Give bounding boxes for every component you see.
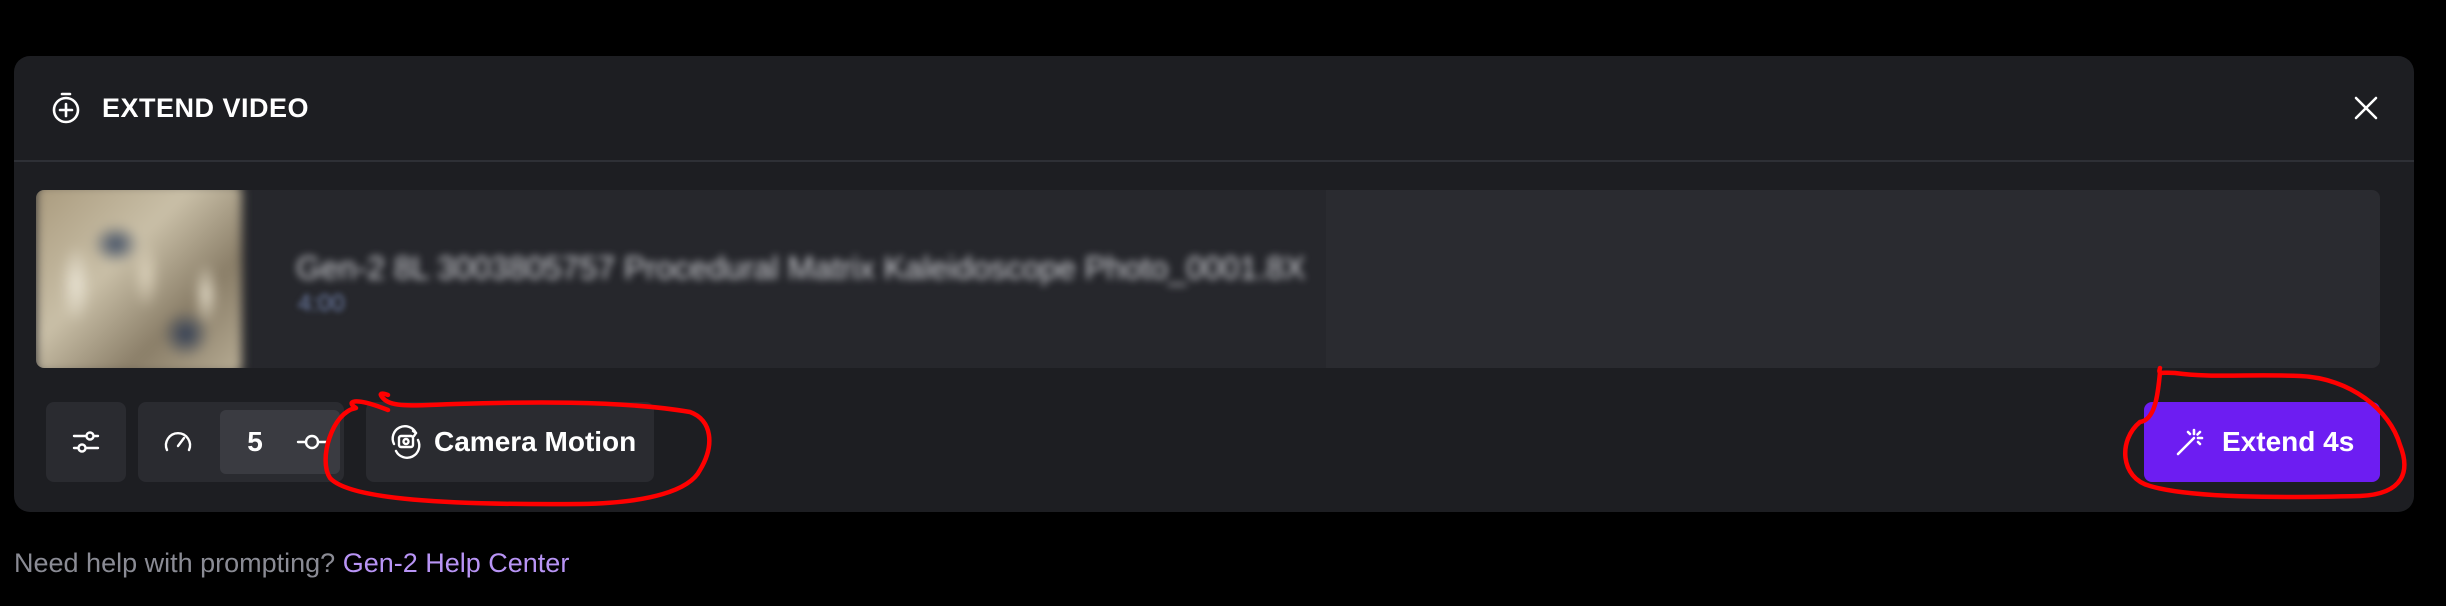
panel-header: EXTEND VIDEO	[14, 56, 2414, 162]
video-thumbnail	[36, 190, 242, 368]
video-duration: 4:00	[298, 290, 345, 317]
source-video-card: Gen-2 8L 3003805757 Procedural Matrix Ka…	[36, 190, 2380, 368]
help-center-link[interactable]: Gen-2 Help Center	[343, 548, 570, 578]
sliders-icon	[72, 431, 100, 453]
slider-icon[interactable]	[294, 430, 330, 454]
extend-button[interactable]: Extend 4s	[2144, 402, 2380, 482]
magic-wand-icon	[2176, 428, 2204, 456]
motion-value-field[interactable]: 5	[220, 410, 340, 474]
close-icon[interactable]	[2348, 90, 2384, 126]
camera-orbit-icon	[391, 425, 421, 459]
motion-value: 5	[247, 426, 263, 457]
timer-plus-icon	[52, 92, 80, 124]
camera-motion-button[interactable]: Camera Motion	[366, 402, 654, 482]
camera-motion-label: Camera Motion	[434, 426, 637, 457]
extend-button-label: Extend 4s	[2222, 426, 2355, 457]
speedometer-icon	[164, 432, 192, 452]
settings-button[interactable]	[46, 402, 126, 482]
help-text: Need help with prompting? Gen-2 Help Cen…	[14, 548, 569, 579]
video-file-name: Gen-2 8L 3003805757 Procedural Matrix Ka…	[296, 250, 1306, 286]
panel-title: EXTEND VIDEO	[102, 93, 310, 123]
general-motion-control[interactable]: 5	[138, 402, 344, 482]
help-prompt: Need help with prompting?	[14, 548, 343, 578]
extend-video-panel: EXTEND VIDEO Gen-2 8L 3003805757 Procedu…	[14, 56, 2414, 512]
